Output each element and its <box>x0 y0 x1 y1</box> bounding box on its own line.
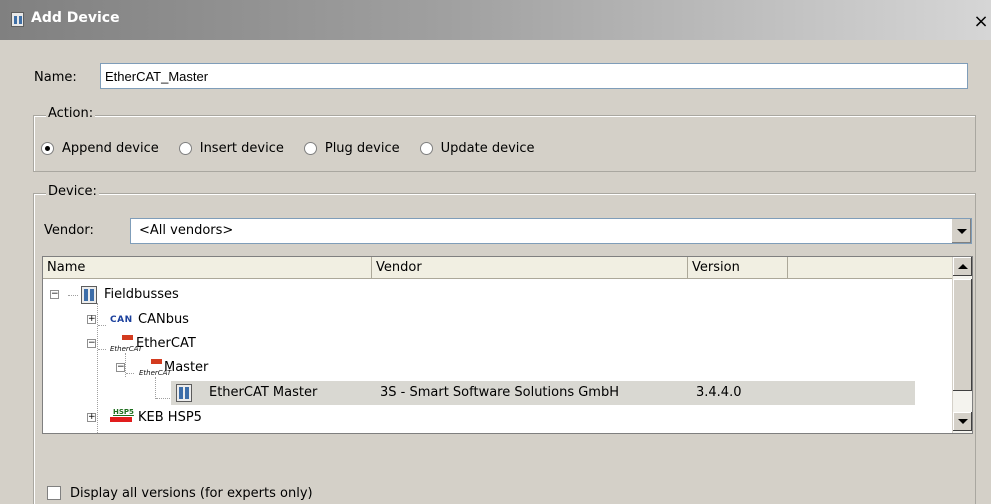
action-options: Append device Insert device Plug device … <box>41 141 555 156</box>
ethercat-icon: EtherCAT <box>139 359 171 377</box>
expand-icon[interactable]: + <box>87 315 96 324</box>
radio-update-device[interactable]: Update device <box>419 141 535 156</box>
device-icon <box>11 12 24 27</box>
radio-append-device[interactable]: Append device <box>41 141 159 156</box>
display-all-versions[interactable]: Display all versions (for experts only) <box>47 486 313 501</box>
radio-button[interactable] <box>178 142 192 155</box>
tree-row-ethercat[interactable]: − EtherCAT EtherCAT <box>43 332 953 356</box>
tree-row-label: Fieldbusses <box>104 287 179 302</box>
device-tree[interactable]: Name Vendor Version − Fieldbusses + CAN … <box>42 256 973 434</box>
checkbox-label: Display all versions (for experts only) <box>70 486 313 501</box>
can-icon: CAN <box>110 315 133 325</box>
radio-label: Append device <box>62 141 159 156</box>
checkbox[interactable] <box>47 486 61 500</box>
radio-button[interactable] <box>419 142 433 155</box>
radio-insert-device[interactable]: Insert device <box>178 141 284 156</box>
vendor-value: <All vendors> <box>139 223 234 238</box>
dropdown-button[interactable] <box>951 219 971 243</box>
tree-row-keb-hsp5[interactable]: + HSP5 KEB HSP5 <box>43 406 953 430</box>
chevron-down-icon <box>956 228 967 234</box>
ethercat-icon-bar <box>151 359 162 364</box>
rack-icon <box>81 286 97 304</box>
tree-row-master[interactable]: − EtherCAT Master <box>43 356 953 380</box>
rack-icon <box>176 384 192 402</box>
tree-row-label: Master <box>164 360 209 375</box>
tree-row-ethercat-master[interactable]: EtherCAT Master 3S - Smart Software Solu… <box>43 381 953 405</box>
window-title: Add Device <box>31 10 120 26</box>
tree-row-version: 3.4.4.0 <box>696 385 742 400</box>
column-header-vendor[interactable]: Vendor <box>372 257 688 279</box>
device-group-label: Device: <box>46 184 99 199</box>
radio-plug-device[interactable]: Plug device <box>303 141 400 156</box>
chevron-up-icon <box>957 264 968 269</box>
tree-row-label: CANbus <box>138 312 189 327</box>
ethercat-icon-bar <box>122 335 133 340</box>
scroll-up-button[interactable] <box>953 257 972 276</box>
hsp5-icon: HSP5 <box>110 408 134 427</box>
column-header-name[interactable]: Name <box>43 257 372 279</box>
column-header-empty <box>788 257 953 279</box>
expand-icon[interactable]: + <box>87 413 96 422</box>
close-button[interactable]: × <box>973 13 989 31</box>
collapse-icon[interactable]: − <box>87 339 96 348</box>
collapse-icon[interactable]: − <box>116 363 125 372</box>
radio-button-checked[interactable] <box>41 142 54 155</box>
tree-row-canbus[interactable]: + CAN CANbus <box>43 308 953 332</box>
tree-row-label: EtherCAT <box>136 336 196 351</box>
tree-row-vendor: 3S - Smart Software Solutions GmbH <box>380 385 620 400</box>
radio-label: Plug device <box>324 141 400 156</box>
hsp5-icon-text: HSP5 <box>113 408 134 416</box>
collapse-icon[interactable]: − <box>50 290 59 299</box>
name-input[interactable] <box>100 63 968 89</box>
radio-label: Update device <box>440 141 535 156</box>
vendor-dropdown[interactable]: <All vendors> <box>130 218 972 244</box>
name-label: Name: <box>34 70 77 85</box>
vertical-scrollbar[interactable] <box>952 257 972 433</box>
radio-button[interactable] <box>303 142 317 155</box>
column-header-version[interactable]: Version <box>688 257 788 279</box>
scroll-down-button[interactable] <box>953 412 972 431</box>
tree-row-label: KEB HSP5 <box>138 410 202 425</box>
radio-label: Insert device <box>199 141 284 156</box>
ethercat-icon: EtherCAT <box>110 335 142 353</box>
tree-row-fieldbusses[interactable]: − Fieldbusses <box>43 283 953 307</box>
tree-row-label: EtherCAT Master <box>209 385 318 400</box>
chevron-down-icon <box>957 419 968 424</box>
vendor-label: Vendor: <box>44 223 94 238</box>
action-group-label: Action: <box>46 106 96 121</box>
hsp5-icon-arrow <box>110 417 132 422</box>
scroll-thumb[interactable] <box>953 279 972 391</box>
title-bar: Add Device × <box>0 0 991 40</box>
